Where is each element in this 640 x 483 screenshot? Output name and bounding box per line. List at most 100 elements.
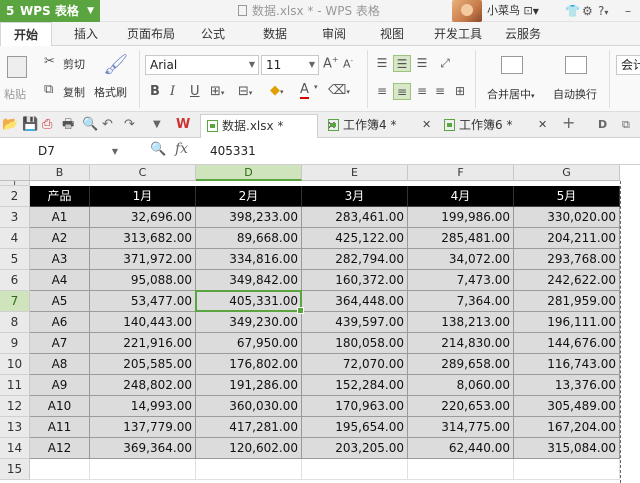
value-cell[interactable]: 364,448.00 [302,291,408,312]
format-painter-button[interactable]: 格式刷 [94,84,127,100]
print-preview-icon[interactable]: 🔍 [82,116,98,134]
empty-cell[interactable] [408,459,514,480]
value-cell[interactable]: 242,622.00 [514,270,620,291]
value-cell[interactable]: 417,281.00 [196,417,302,438]
cut-button[interactable]: 剪切 [63,56,85,72]
font-name-select[interactable]: Arial ▼ [145,55,259,75]
clear-format-icon[interactable]: ⌫▾ [328,83,350,98]
value-cell[interactable]: 140,443.00 [90,312,196,333]
value-cell[interactable]: 138,213.00 [408,312,514,333]
value-cell[interactable]: 34,072.00 [408,249,514,270]
product-cell[interactable]: A9 [30,375,90,396]
tab-view[interactable]: 视图 [370,22,414,46]
number-format-select[interactable]: 会计 [616,55,640,75]
tab-insert[interactable]: 插入 [60,22,112,46]
value-cell[interactable]: 191,286.00 [196,375,302,396]
value-cell[interactable]: 204,211.00 [514,228,620,249]
borders-icon[interactable]: ⊞▾ [210,84,224,99]
value-cell[interactable]: 425,122.00 [302,228,408,249]
row-header-8[interactable]: 8 [0,312,30,333]
value-cell[interactable]: 144,676.00 [514,333,620,354]
value-cell[interactable]: 314,775.00 [408,417,514,438]
close-tab-icon[interactable]: ✕ [538,114,547,136]
product-cell[interactable]: A6 [30,312,90,333]
value-cell[interactable]: 313,682.00 [90,228,196,249]
align-center-icon[interactable]: ≡ [393,83,411,100]
product-cell[interactable]: A10 [30,396,90,417]
value-cell[interactable]: 405,331.00 [196,291,302,312]
column-header-f[interactable]: F [408,165,514,181]
tab-home[interactable]: 开始 [0,22,52,47]
value-cell[interactable]: 170,963.00 [302,396,408,417]
value-cell[interactable]: 334,816.00 [196,249,302,270]
value-cell[interactable]: 7,473.00 [408,270,514,291]
value-cell[interactable]: 285,481.00 [408,228,514,249]
tab-developer[interactable]: 开发工具 [428,22,488,46]
value-cell[interactable]: 205,585.00 [90,354,196,375]
value-cell[interactable]: 32,696.00 [90,207,196,228]
customize-toolbar-icon[interactable]: ▼ [153,116,161,134]
minimize-icon[interactable]: – [625,0,631,22]
empty-cell[interactable] [196,459,302,480]
product-cell[interactable]: A4 [30,270,90,291]
value-cell[interactable]: 196,111.00 [514,312,620,333]
orientation-icon[interactable]: ⤢ [436,55,454,72]
row-header-13[interactable]: 13 [0,417,30,438]
file-tab-workbook4[interactable]: 工作簿4 * ✕ [322,114,432,138]
italic-icon[interactable]: I [170,84,175,99]
value-cell[interactable]: 369,364.00 [90,438,196,459]
empty-cell[interactable] [90,459,196,480]
paste-button[interactable]: 粘贴 [4,86,26,102]
window-mode-icon[interactable]: ⧉ [622,116,630,134]
value-cell[interactable]: 293,768.00 [514,249,620,270]
wrap-text-button[interactable]: 自动换行 [553,86,597,102]
empty-cell[interactable] [302,459,408,480]
fill-color-icon[interactable]: ◆▾ [270,83,284,98]
new-tab-icon[interactable]: + [562,114,575,132]
value-cell[interactable]: 360,030.00 [196,396,302,417]
value-cell[interactable]: 95,088.00 [90,270,196,291]
value-cell[interactable]: 214,830.00 [408,333,514,354]
distribute-icon[interactable]: ⊞ [451,83,469,100]
justify-icon[interactable]: ≡ [431,83,449,100]
copy-button[interactable]: 复制 [63,84,85,100]
value-cell[interactable]: 199,986.00 [408,207,514,228]
align-middle-icon[interactable]: ☰ [393,55,411,72]
value-cell[interactable]: 53,477.00 [90,291,196,312]
column-header-b[interactable]: B [30,165,90,181]
row-header-7[interactable]: 7 [0,291,30,312]
align-top-icon[interactable]: ☰ [373,55,391,72]
redo-icon[interactable]: ↷ [124,116,135,134]
value-cell[interactable]: 14,993.00 [90,396,196,417]
value-cell[interactable]: 305,489.00 [514,396,620,417]
help-icon[interactable]: ?▾ [598,0,608,24]
value-cell[interactable]: 62,440.00 [408,438,514,459]
close-tab-icon[interactable]: ✕ [422,114,431,136]
select-all-corner[interactable] [0,165,30,181]
value-cell[interactable]: 221,916.00 [90,333,196,354]
column-header-d[interactable]: D [196,165,302,181]
value-cell[interactable]: 315,084.00 [514,438,620,459]
row-header-3[interactable]: 3 [0,207,30,228]
column-header-g[interactable]: G [514,165,620,181]
empty-cell[interactable] [514,459,620,480]
underline-icon[interactable]: U [190,84,200,99]
row-header-10[interactable]: 10 [0,354,30,375]
wps-home-icon[interactable]: W [176,116,190,134]
product-cell[interactable]: A5 [30,291,90,312]
value-cell[interactable]: 7,364.00 [408,291,514,312]
tab-review[interactable]: 审阅 [314,22,354,46]
value-cell[interactable]: 330,020.00 [514,207,620,228]
align-bottom-icon[interactable]: ☰ [413,55,431,72]
value-cell[interactable]: 289,658.00 [408,354,514,375]
value-cell[interactable]: 281,959.00 [514,291,620,312]
value-cell[interactable]: 349,230.00 [196,312,302,333]
insert-function-icon[interactable]: fx [175,141,188,157]
product-cell[interactable]: A11 [30,417,90,438]
product-cell[interactable]: A7 [30,333,90,354]
chevron-down-icon[interactable]: ▾ [314,83,318,91]
tab-cloud[interactable]: 云服务 [498,22,548,46]
row-header-2[interactable]: 2 [0,186,30,207]
table-header-cell[interactable]: 1月 [90,186,196,207]
value-cell[interactable]: 137,779.00 [90,417,196,438]
